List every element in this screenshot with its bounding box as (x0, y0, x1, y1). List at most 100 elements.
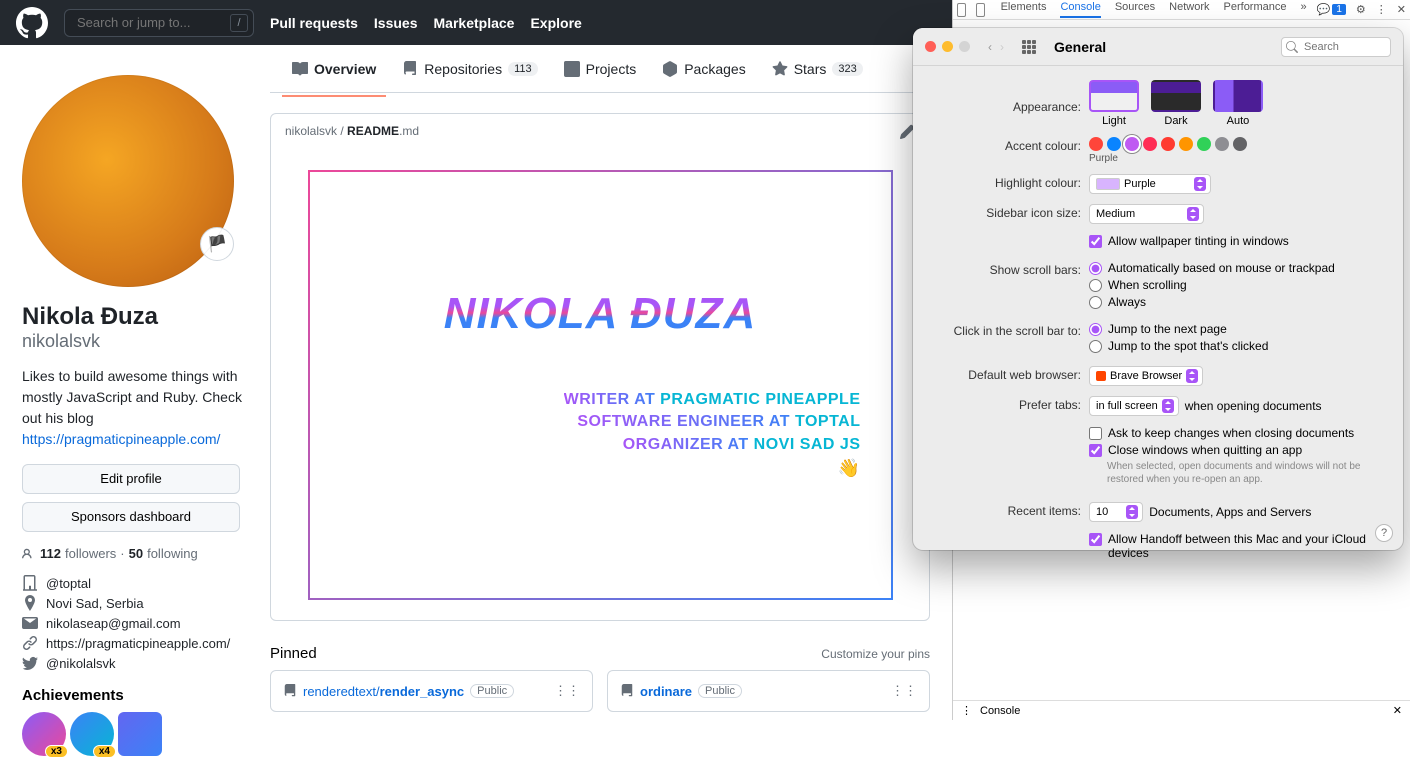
pinned-card-1[interactable]: renderedtext/render_async Public ⋮⋮ (270, 670, 593, 712)
prefer-tabs-label: Prefer tabs: (931, 396, 1089, 412)
tab-stars[interactable]: Stars323 (762, 53, 873, 85)
detail-org[interactable]: @toptal (22, 575, 258, 591)
grip-icon[interactable]: ⋮⋮ (554, 683, 580, 699)
accent-color-1[interactable] (1107, 137, 1121, 151)
recent-items-select[interactable]: 10 (1089, 502, 1143, 522)
sponsors-dashboard-button[interactable]: Sponsors dashboard (22, 502, 240, 532)
kebab-icon[interactable]: ⋮ (1376, 3, 1387, 16)
device-icon[interactable] (976, 3, 985, 17)
grip-icon[interactable]: ⋮⋮ (891, 683, 917, 699)
highlight-select[interactable]: Purple (1089, 174, 1211, 194)
detail-email[interactable]: nikolaseap@gmail.com (22, 615, 258, 631)
devtools-issues-icon[interactable]: 💬1 (1317, 3, 1346, 16)
browser-label: Default web browser: (931, 366, 1089, 382)
accent-color-4[interactable] (1161, 137, 1175, 151)
link-icon (22, 635, 38, 651)
accent-color-8[interactable] (1233, 137, 1247, 151)
edit-profile-button[interactable]: Edit profile (22, 464, 240, 494)
scroll-radio-always[interactable]: Always (1089, 295, 1385, 309)
github-logo-icon[interactable] (16, 7, 48, 39)
sidebar-size-label: Sidebar icon size: (931, 204, 1089, 220)
achievements-heading: Achievements (22, 687, 258, 704)
repo-icon (283, 684, 297, 698)
appearance-light[interactable]: Light (1089, 80, 1139, 127)
pinned-row: renderedtext/render_async Public ⋮⋮ ordi… (270, 670, 930, 712)
sidebar-size-select[interactable]: Medium (1089, 204, 1204, 224)
kebab-icon[interactable]: ⋮ (961, 704, 972, 717)
back-icon[interactable]: ‹ (988, 40, 992, 54)
devtools-tab-network[interactable]: Network (1169, 1, 1209, 18)
search-input[interactable] (64, 9, 254, 37)
nav-issues[interactable]: Issues (374, 15, 418, 31)
devtools-tab-performance[interactable]: Performance (1224, 1, 1287, 18)
devtools-tab-elements[interactable]: Elements (1001, 1, 1047, 18)
accent-color-7[interactable] (1215, 137, 1229, 151)
customize-pins-link[interactable]: Customize your pins (821, 647, 930, 661)
tab-projects[interactable]: Projects (554, 53, 647, 85)
close-windows-checkbox[interactable]: Close windows when quitting an app (1089, 443, 1385, 457)
accent-color-2[interactable] (1125, 137, 1139, 151)
close-icon[interactable]: ✕ (1393, 704, 1402, 717)
inspect-icon[interactable] (957, 3, 966, 17)
followers-line[interactable]: 112followers · 50following (22, 546, 258, 561)
recent-items-suffix: Documents, Apps and Servers (1149, 505, 1311, 519)
profile-sidebar: 🏴 Nikola Đuza nikolalsvk Likes to build … (0, 45, 258, 756)
readme-box: nikolalsvk / README.md NIKOLA ĐUZA WRITE… (270, 113, 930, 621)
click-radio-next[interactable]: Jump to the next page (1089, 322, 1385, 336)
readme-header: nikolalsvk / README.md (271, 114, 929, 150)
accent-color-6[interactable] (1197, 137, 1211, 151)
appearance-auto[interactable]: Auto (1213, 80, 1263, 127)
accent-color-5[interactable] (1179, 137, 1193, 151)
mac-search[interactable] (1281, 37, 1391, 57)
click-scrollbar-label: Click in the scroll bar to: (931, 322, 1089, 338)
devtools-tab-sources[interactable]: Sources (1115, 1, 1155, 18)
avatar[interactable]: 🏴 (22, 75, 234, 287)
browser-select[interactable]: Brave Browser (1089, 366, 1203, 386)
nav-pull-requests[interactable]: Pull requests (270, 15, 358, 31)
location-icon (22, 595, 38, 611)
ask-keep-checkbox[interactable]: Ask to keep changes when closing documen… (1089, 426, 1385, 440)
readme-body: NIKOLA ĐUZA WRITER AT PRAGMATIC PINEAPPL… (271, 150, 929, 620)
tab-repositories[interactable]: Repositories113 (392, 53, 547, 85)
detail-location: Novi Sad, Serbia (22, 595, 258, 611)
detail-twitter[interactable]: @nikolalsvk (22, 655, 258, 671)
detail-website[interactable]: https://pragmaticpineapple.com/ (22, 635, 258, 651)
appearance-label: Appearance: (931, 80, 1089, 114)
achievement-badge-2[interactable]: x4 (70, 712, 114, 756)
scroll-radio-scrolling[interactable]: When scrolling (1089, 278, 1385, 292)
gear-icon[interactable]: ⚙ (1356, 3, 1366, 16)
devtools-toolbar: Elements Console Sources Network Perform… (953, 0, 1410, 20)
achievement-badge-1[interactable]: x3 (22, 712, 66, 756)
tab-overview[interactable]: Overview (282, 53, 386, 85)
nav-explore[interactable]: Explore (530, 15, 581, 31)
project-icon (564, 61, 580, 77)
devtools-tab-console[interactable]: Console (1060, 1, 1100, 18)
mac-titlebar[interactable]: ‹› General (913, 28, 1403, 66)
devtools-tab-more[interactable]: » (1301, 1, 1307, 18)
bio-link[interactable]: https://pragmaticpineapple.com/ (22, 431, 220, 447)
pinned-card-2[interactable]: ordinare Public ⋮⋮ (607, 670, 930, 712)
tab-packages[interactable]: Packages (652, 53, 755, 85)
scroll-radio-auto[interactable]: Automatically based on mouse or trackpad (1089, 261, 1385, 275)
repo-icon (402, 61, 418, 77)
search-icon (1286, 41, 1298, 53)
banner-text: WRITER AT PRAGMATIC PINEAPPLE SOFTWARE E… (564, 389, 861, 481)
achievement-badge-3[interactable] (118, 712, 162, 756)
close-icon[interactable]: ✕ (1397, 3, 1406, 16)
click-radio-spot[interactable]: Jump to the spot that's clicked (1089, 339, 1385, 353)
devtools-console-drawer[interactable]: ⋮ Console ✕ (953, 700, 1410, 720)
status-badge[interactable]: 🏴 (200, 227, 234, 261)
handoff-checkbox[interactable]: Allow Handoff between this Mac and your … (1089, 532, 1385, 560)
prefer-tabs-select[interactable]: in full screen (1089, 396, 1179, 416)
help-button[interactable]: ? (1375, 524, 1393, 542)
twitter-icon (22, 655, 38, 671)
accent-color-3[interactable] (1143, 137, 1157, 151)
traffic-lights[interactable] (925, 41, 970, 52)
accent-color-0[interactable] (1089, 137, 1103, 151)
pinned-title: Pinned (270, 645, 317, 662)
grid-icon[interactable] (1022, 40, 1036, 54)
recent-items-label: Recent items: (931, 502, 1089, 518)
appearance-dark[interactable]: Dark (1151, 80, 1201, 127)
nav-marketplace[interactable]: Marketplace (434, 15, 515, 31)
tinting-checkbox[interactable]: Allow wallpaper tinting in windows (1089, 234, 1385, 248)
